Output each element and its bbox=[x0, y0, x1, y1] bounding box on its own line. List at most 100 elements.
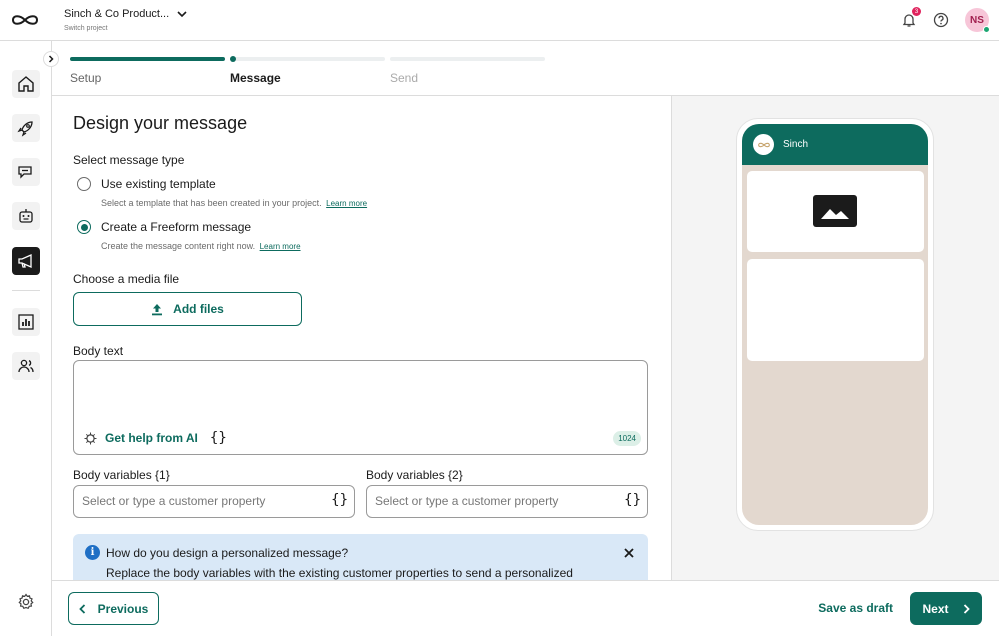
variable-picker-button[interactable]: {} bbox=[624, 492, 641, 508]
body-variable-1-input[interactable] bbox=[82, 494, 322, 508]
insert-variable-button[interactable]: {} bbox=[210, 430, 227, 446]
radio-freeform[interactable] bbox=[77, 220, 91, 234]
nav-campaigns[interactable] bbox=[12, 247, 40, 275]
nav-conversations[interactable] bbox=[12, 158, 40, 186]
info-banner: i How do you design a personalized messa… bbox=[73, 534, 648, 580]
robot-icon bbox=[19, 209, 33, 223]
phone-screen: Sinch bbox=[742, 124, 928, 525]
learn-more-link[interactable]: Learn more bbox=[326, 199, 367, 208]
character-counter: 1024 bbox=[613, 431, 641, 446]
step-progress-bar bbox=[390, 57, 545, 61]
upload-icon bbox=[152, 303, 163, 315]
media-placeholder-card bbox=[747, 171, 924, 252]
option-existing-template[interactable]: Use existing template bbox=[77, 177, 216, 191]
collapse-sidebar-button[interactable] bbox=[43, 51, 59, 67]
add-files-button[interactable]: Add files bbox=[73, 292, 302, 326]
body-variable-2-input[interactable] bbox=[375, 494, 615, 508]
body-text-area[interactable]: Get help from AI {} 1024 bbox=[73, 360, 648, 455]
option-description-text: Select a template that has been created … bbox=[101, 198, 322, 208]
add-files-label: Add files bbox=[173, 302, 224, 316]
step-label: Setup bbox=[70, 71, 102, 85]
info-icon: i bbox=[85, 545, 100, 560]
settings-gear-icon[interactable] bbox=[17, 593, 35, 611]
help-button[interactable] bbox=[931, 10, 951, 30]
step-send: Send bbox=[390, 57, 545, 85]
message-preview-panel: Sinch bbox=[671, 96, 999, 580]
image-placeholder-icon bbox=[813, 195, 857, 227]
top-bar: Sinch & Co Product... Switch project 3 N… bbox=[0, 0, 999, 41]
chat-icon bbox=[18, 166, 32, 179]
nav-contacts[interactable] bbox=[12, 352, 40, 380]
option-freeform[interactable]: Create a Freeform message bbox=[77, 220, 251, 234]
phone-mockup: Sinch bbox=[736, 118, 934, 531]
ai-help-label: Get help from AI bbox=[105, 431, 198, 445]
body-variable-label: Body variables {2} bbox=[366, 468, 463, 482]
rocket-icon bbox=[17, 121, 33, 137]
project-name: Sinch & Co Product... bbox=[64, 8, 170, 20]
save-as-draft-button[interactable]: Save as draft bbox=[818, 601, 893, 615]
page-title: Design your message bbox=[73, 113, 248, 133]
chevron-right-icon bbox=[963, 603, 970, 614]
next-button[interactable]: Next bbox=[910, 592, 982, 625]
sender-avatar bbox=[753, 134, 774, 155]
current-step-dot bbox=[230, 56, 236, 62]
message-body-card bbox=[747, 259, 924, 361]
variable-picker-button[interactable]: {} bbox=[331, 492, 348, 508]
message-form: Design your message Select message type … bbox=[52, 96, 671, 580]
footer-actions: Previous Save as draft Next bbox=[52, 580, 999, 636]
megaphone-icon bbox=[18, 253, 32, 269]
body-variable-label: Body variables {1} bbox=[73, 468, 170, 482]
switch-project-label: Switch project bbox=[64, 25, 108, 32]
phone-chat-header: Sinch bbox=[742, 124, 928, 165]
body-text-label: Body text bbox=[73, 344, 124, 358]
body-variable-2-field[interactable]: {} bbox=[366, 485, 648, 518]
option-description-text: Create the message content right now. bbox=[101, 241, 256, 251]
option-label: Create a Freeform message bbox=[101, 220, 252, 234]
learn-more-link[interactable]: Learn more bbox=[260, 242, 301, 251]
nav-home[interactable] bbox=[12, 70, 40, 98]
bar-chart-icon bbox=[18, 314, 34, 330]
media-label: Choose a media file bbox=[73, 272, 180, 286]
home-icon bbox=[18, 76, 34, 92]
chevron-left-icon bbox=[78, 603, 85, 614]
info-title: How do you design a personalized message… bbox=[106, 546, 349, 560]
previous-button[interactable]: Previous bbox=[68, 592, 159, 625]
info-text: Replace the body variables with the exis… bbox=[106, 566, 573, 580]
nav-divider bbox=[12, 290, 40, 291]
step-message[interactable]: Message bbox=[230, 56, 385, 85]
sender-name: Sinch bbox=[783, 139, 809, 150]
ai-help-button[interactable]: Get help from AI {} bbox=[84, 430, 227, 446]
option-description: Create the message content right now. Le… bbox=[101, 241, 301, 251]
step-label: Send bbox=[390, 71, 419, 85]
nav-analytics[interactable] bbox=[12, 308, 40, 336]
nav-bots[interactable] bbox=[12, 202, 40, 230]
progress-stepper: Setup Message Send bbox=[52, 41, 999, 96]
chevron-down-icon bbox=[177, 11, 187, 18]
step-progress-bar bbox=[70, 57, 225, 61]
step-label: Message bbox=[230, 71, 281, 85]
sinch-logo-icon bbox=[757, 142, 770, 147]
radio-existing-template[interactable] bbox=[77, 177, 91, 191]
step-setup[interactable]: Setup bbox=[70, 57, 225, 85]
notifications-button[interactable]: 3 bbox=[899, 7, 921, 30]
step-progress-bar bbox=[230, 56, 385, 62]
body-variable-1-field[interactable]: {} bbox=[73, 485, 355, 518]
project-switcher[interactable]: Sinch & Co Product... Switch project bbox=[64, 8, 187, 32]
nav-launch[interactable] bbox=[12, 114, 40, 142]
online-status-dot bbox=[983, 26, 990, 33]
option-description: Select a template that has been created … bbox=[101, 198, 367, 208]
close-icon[interactable] bbox=[622, 546, 636, 560]
chevron-right-icon bbox=[48, 55, 54, 63]
user-avatar[interactable]: NS bbox=[965, 8, 990, 33]
message-type-label: Select message type bbox=[73, 153, 185, 167]
user-initials: NS bbox=[970, 14, 984, 26]
sinch-logo-icon[interactable] bbox=[10, 11, 40, 29]
notification-badge: 3 bbox=[912, 7, 921, 16]
help-icon bbox=[933, 12, 949, 28]
next-label: Next bbox=[922, 601, 949, 616]
option-label: Use existing template bbox=[101, 177, 216, 191]
side-navigation bbox=[0, 41, 52, 636]
users-icon bbox=[18, 359, 34, 373]
ai-sparkle-icon bbox=[84, 432, 97, 444]
previous-label: Previous bbox=[97, 601, 149, 616]
